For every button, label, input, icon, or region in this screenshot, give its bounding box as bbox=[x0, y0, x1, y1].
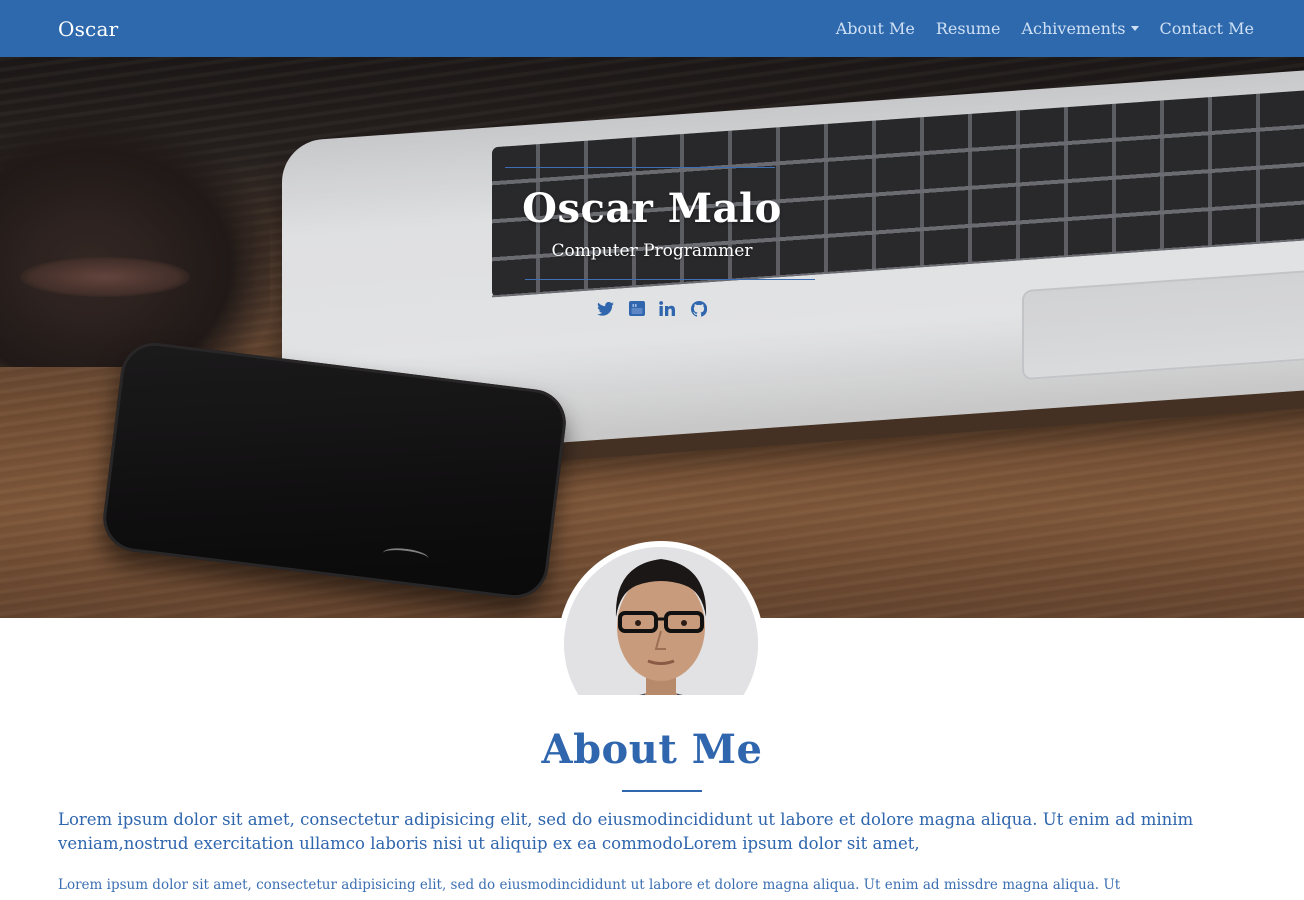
hero-role: Computer Programmer bbox=[551, 241, 753, 261]
nav-link-contact-me[interactable]: Contact Me bbox=[1160, 19, 1254, 38]
hero-name: Oscar Malo bbox=[522, 185, 782, 232]
youtube-icon[interactable] bbox=[627, 300, 646, 317]
nav-link-resume[interactable]: Resume bbox=[936, 19, 1001, 38]
caret-down-icon bbox=[1130, 26, 1139, 31]
linkedin-icon[interactable] bbox=[658, 300, 677, 317]
hero-divider-top bbox=[505, 167, 775, 168]
nav-link-about-me[interactable]: About Me bbox=[836, 19, 915, 38]
nav-dropdown-label: Achivements bbox=[1021, 19, 1126, 38]
about-paragraph-lead: Lorem ipsum dolor sit amet, consectetur … bbox=[58, 810, 1194, 853]
about-title: About Me bbox=[541, 726, 763, 773]
hero-banner bbox=[0, 57, 1304, 618]
brand-link[interactable]: Oscar bbox=[58, 17, 118, 41]
about-paragraph: Lorem ipsum dolor sit amet, consectetur … bbox=[58, 877, 1121, 893]
github-icon[interactable] bbox=[689, 300, 708, 317]
avatar-photo bbox=[564, 547, 758, 695]
top-navbar: Oscar About Me Resume Achivements Contac… bbox=[0, 0, 1304, 57]
twitter-icon[interactable] bbox=[596, 300, 615, 317]
social-links bbox=[0, 300, 1304, 317]
about-divider bbox=[622, 790, 702, 792]
nav-links: About Me Resume Achivements Contact Me bbox=[836, 19, 1254, 38]
nav-dropdown-achievements[interactable]: Achivements bbox=[1021, 19, 1139, 38]
hero-divider-bottom bbox=[525, 279, 815, 280]
profile-avatar bbox=[558, 541, 764, 695]
